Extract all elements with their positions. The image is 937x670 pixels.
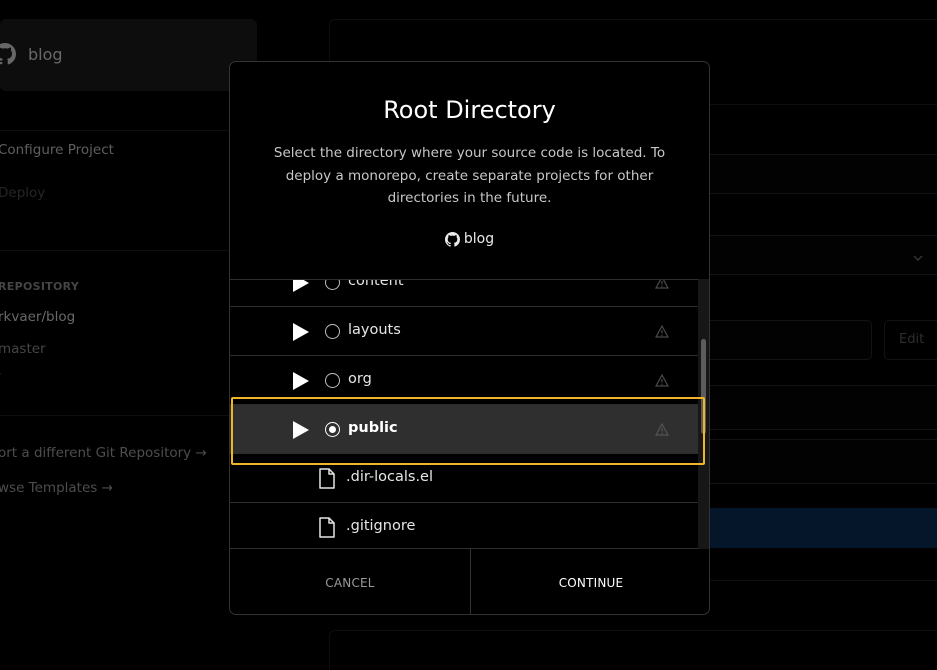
folder-label: org [348, 371, 372, 387]
modal-repo-name: blog [463, 231, 495, 247]
directory-tree-list: content layouts org public .dir-locals.e… [230, 279, 698, 548]
modal-title: Root Directory [383, 96, 556, 124]
expand-arrow-icon[interactable] [293, 280, 309, 292]
radio-button[interactable] [325, 280, 340, 290]
folder-label: layouts [348, 322, 401, 338]
file-row-gitignore: .gitignore [230, 503, 698, 548]
folder-label: public [348, 420, 398, 436]
root-directory-modal: Root Directory Select the directory wher… [229, 61, 710, 615]
folder-row-content[interactable]: content [230, 279, 698, 307]
warning-icon [654, 323, 670, 342]
tree-scrollbar[interactable] [698, 279, 709, 549]
expand-arrow-icon[interactable] [293, 421, 309, 439]
warning-icon [654, 421, 670, 440]
cancel-button[interactable]: CANCEL [230, 549, 471, 614]
warning-icon [654, 280, 670, 293]
scrollbar-thumb[interactable] [701, 339, 706, 434]
continue-button[interactable]: CONTINUE [471, 549, 709, 614]
file-row-dir-locals: .dir-locals.el [230, 454, 698, 503]
file-label: .dir-locals.el [346, 469, 434, 485]
github-icon [444, 231, 460, 247]
folder-row-public[interactable]: public [230, 405, 698, 454]
modal-description: Select the directory where your source c… [273, 145, 666, 206]
directory-tree: content layouts org public .dir-locals.e… [230, 279, 709, 549]
modal-repo: blog [230, 231, 709, 247]
warning-icon [654, 372, 670, 391]
expand-arrow-icon[interactable] [293, 372, 309, 390]
modal-footer: CANCEL CONTINUE [230, 549, 709, 614]
folder-row-layouts[interactable]: layouts [230, 307, 698, 356]
file-icon [318, 517, 336, 542]
expand-arrow-icon[interactable] [293, 323, 309, 341]
folder-label: content [348, 279, 404, 289]
radio-button[interactable] [325, 324, 340, 339]
radio-button-selected[interactable] [325, 422, 340, 437]
radio-button[interactable] [325, 373, 340, 388]
folder-row-org[interactable]: org [230, 356, 698, 405]
file-icon [318, 468, 336, 493]
file-label: .gitignore [346, 518, 416, 534]
